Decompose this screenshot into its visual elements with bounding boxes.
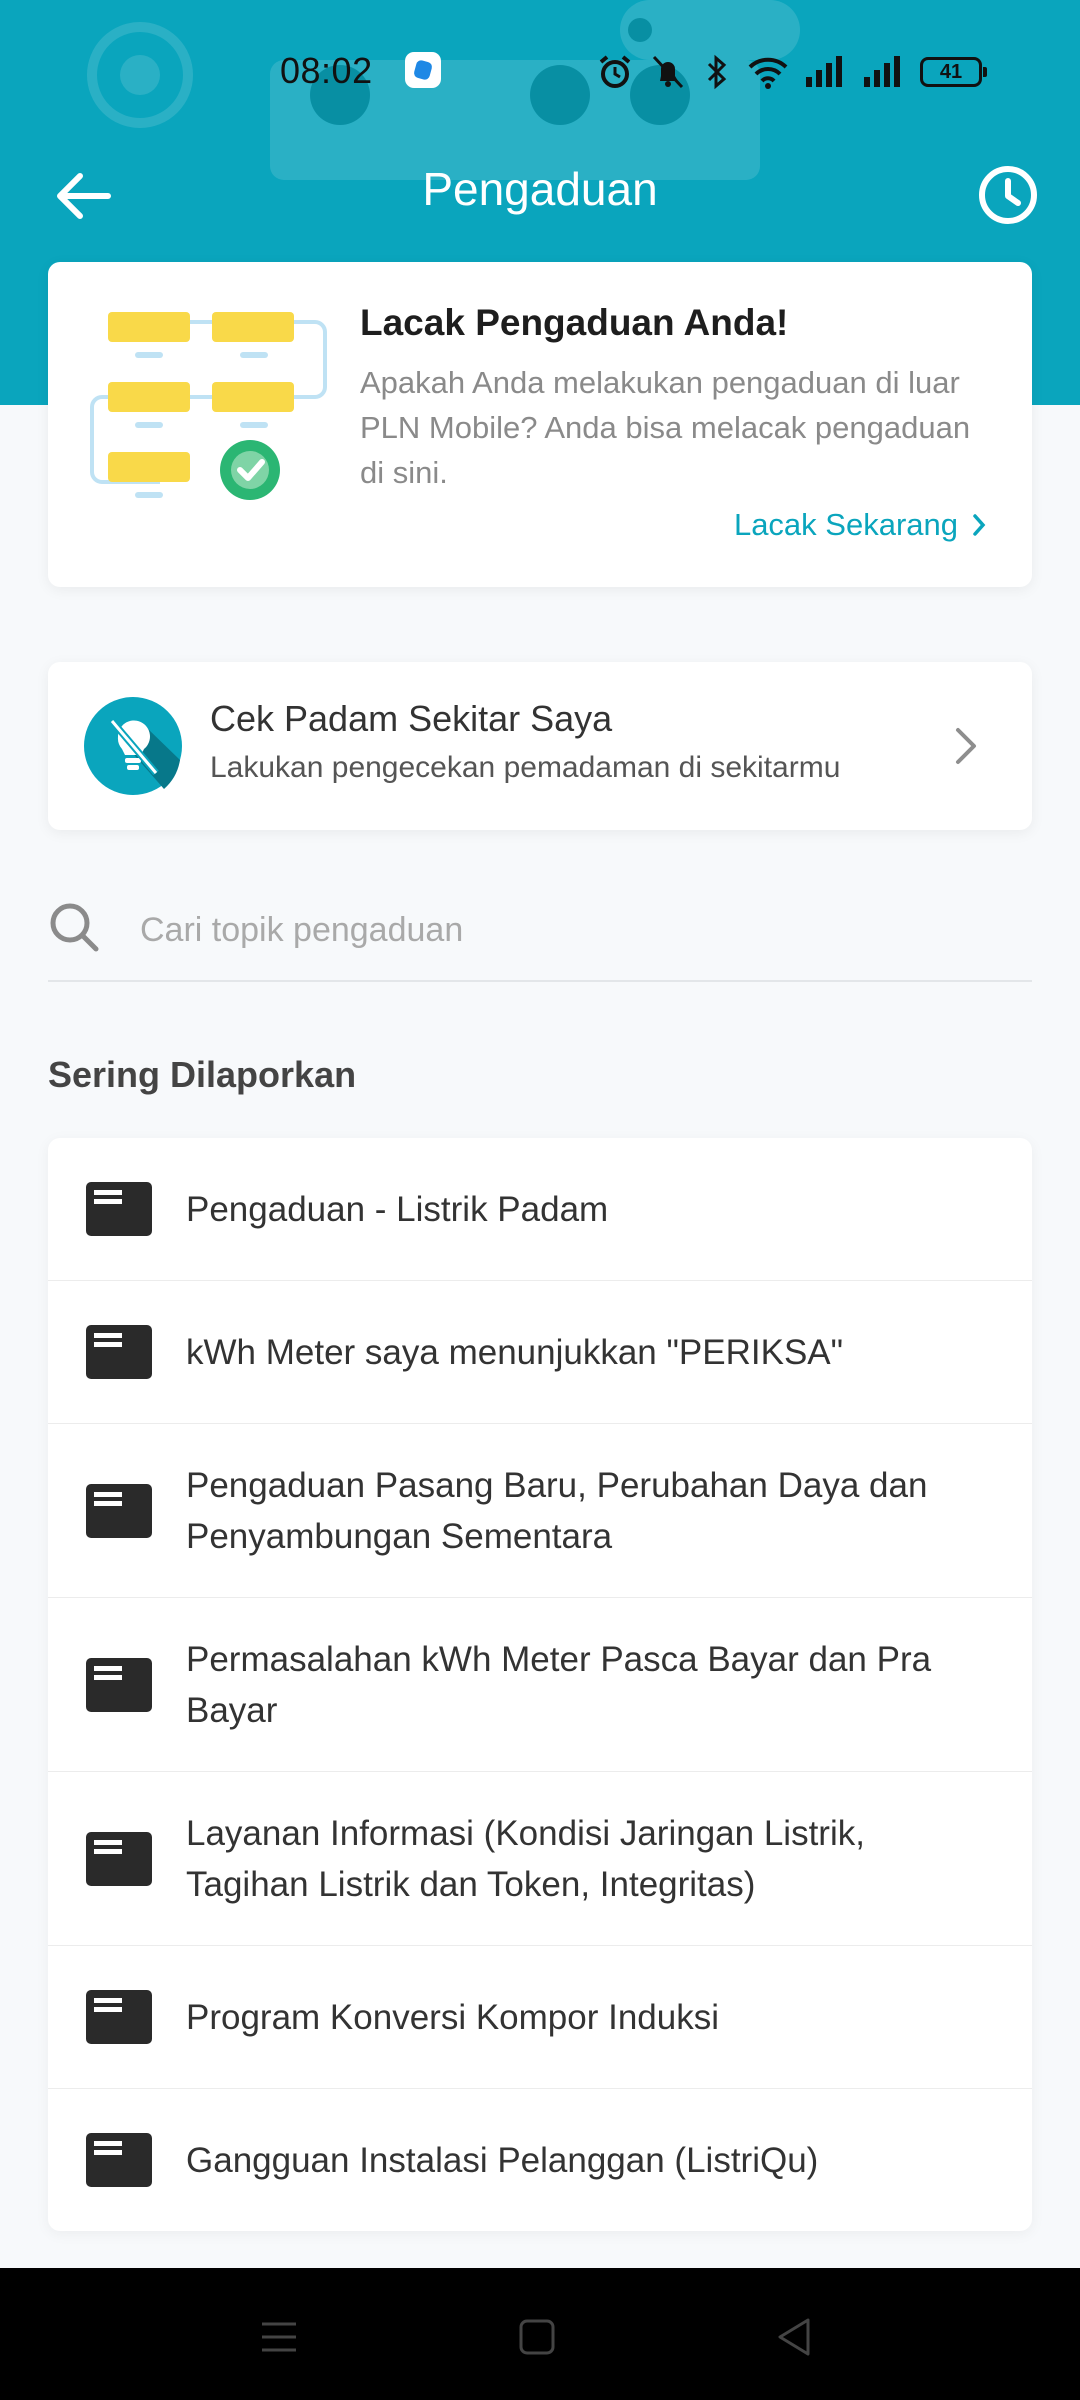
- topic-card-icon: [86, 1657, 152, 1712]
- track-flowchart-illustration: [90, 312, 327, 500]
- topic-item[interactable]: Gangguan Instalasi Pelanggan (ListriQu): [48, 2089, 1032, 2231]
- status-time: 08:02: [280, 50, 373, 91]
- topic-card-icon: [86, 1483, 152, 1538]
- topic-item[interactable]: Permasalahan kWh Meter Pasca Bayar dan P…: [48, 1598, 1032, 1772]
- bluetooth-icon: [707, 54, 727, 90]
- track-card-description: Apakah Anda melakukan pengaduan di luar …: [360, 365, 971, 490]
- topic-label: kWh Meter saya menunjukkan "PERIKSA": [186, 1332, 844, 1372]
- signal-icon-1: [806, 56, 842, 87]
- topic-label: Pengaduan Pasang Baru, Perubahan Daya da…: [186, 1465, 928, 1556]
- outage-card-subtitle: Lakukan pengecekan pemadaman di sekitarm…: [210, 751, 841, 784]
- topic-item[interactable]: Pengaduan Pasang Baru, Perubahan Daya da…: [48, 1424, 1032, 1598]
- topic-item[interactable]: Layanan Informasi (Kondisi Jaringan List…: [48, 1772, 1032, 1946]
- search-bar: [48, 890, 1032, 982]
- signal-icon-2: [864, 56, 900, 87]
- outage-bulb-icon: [84, 697, 182, 795]
- topic-label: Pengaduan - Listrik Padam: [186, 1189, 609, 1229]
- track-now-label: Lacak Sekarang: [733, 507, 958, 542]
- topic-card-icon: [86, 1990, 152, 2044]
- topic-label: Layanan Informasi (Kondisi Jaringan List…: [186, 1813, 865, 1904]
- topic-item[interactable]: Pengaduan - Listrik Padam: [48, 1138, 1032, 1281]
- mute-icon: [652, 55, 684, 89]
- status-icons: 41: [596, 50, 987, 94]
- search-icon: [50, 903, 99, 952]
- chevron-right-icon: [973, 514, 986, 536]
- search-input[interactable]: [138, 904, 1002, 956]
- battery-icon: 41: [920, 57, 987, 87]
- topic-item[interactable]: Program Konversi Kompor Induksi: [48, 1946, 1032, 2089]
- home-square-icon[interactable]: [512, 2312, 562, 2362]
- frequent-section-title: Sering Dilaporkan: [48, 1054, 357, 1095]
- track-now-link[interactable]: Lacak Sekarang: [734, 507, 986, 543]
- status-bar: 08:02 41: [0, 30, 1080, 114]
- track-card-title: Lacak Pengaduan Anda!: [360, 302, 789, 343]
- topic-card-icon: [86, 2133, 152, 2187]
- history-clock-icon[interactable]: [976, 163, 1040, 227]
- page-title: Pengaduan: [422, 163, 658, 215]
- check-outage-card[interactable]: Cek Padam Sekitar Saya Lakukan pengeceka…: [48, 662, 1032, 830]
- system-navigation-bar: [0, 2268, 1080, 2400]
- wifi-icon: [748, 57, 788, 89]
- topic-card-icon: [86, 1325, 152, 1379]
- alarm-icon: [599, 55, 631, 88]
- topic-card-icon: [86, 1831, 152, 1886]
- outage-card-title: Cek Padam Sekitar Saya: [210, 698, 613, 739]
- topic-card-icon: [86, 1182, 152, 1236]
- topic-label: Gangguan Instalasi Pelanggan (ListriQu): [186, 2140, 819, 2180]
- track-complaint-card: Lacak Pengaduan Anda! Apakah Anda melaku…: [48, 262, 1032, 587]
- topic-label: Program Konversi Kompor Induksi: [186, 1997, 719, 2037]
- chevron-right-icon: [956, 728, 976, 764]
- app-bar: Pengaduan: [0, 150, 1080, 240]
- frequent-topic-list: Pengaduan - Listrik Padam kWh Meter saya…: [48, 1138, 1032, 2231]
- back-triangle-icon[interactable]: [770, 2312, 820, 2362]
- topic-label: Permasalahan kWh Meter Pasca Bayar dan P…: [186, 1639, 932, 1730]
- topic-item[interactable]: kWh Meter saya menunjukkan "PERIKSA": [48, 1281, 1032, 1424]
- menu-icon[interactable]: [254, 2312, 304, 2362]
- app-notification-icon: [405, 52, 441, 88]
